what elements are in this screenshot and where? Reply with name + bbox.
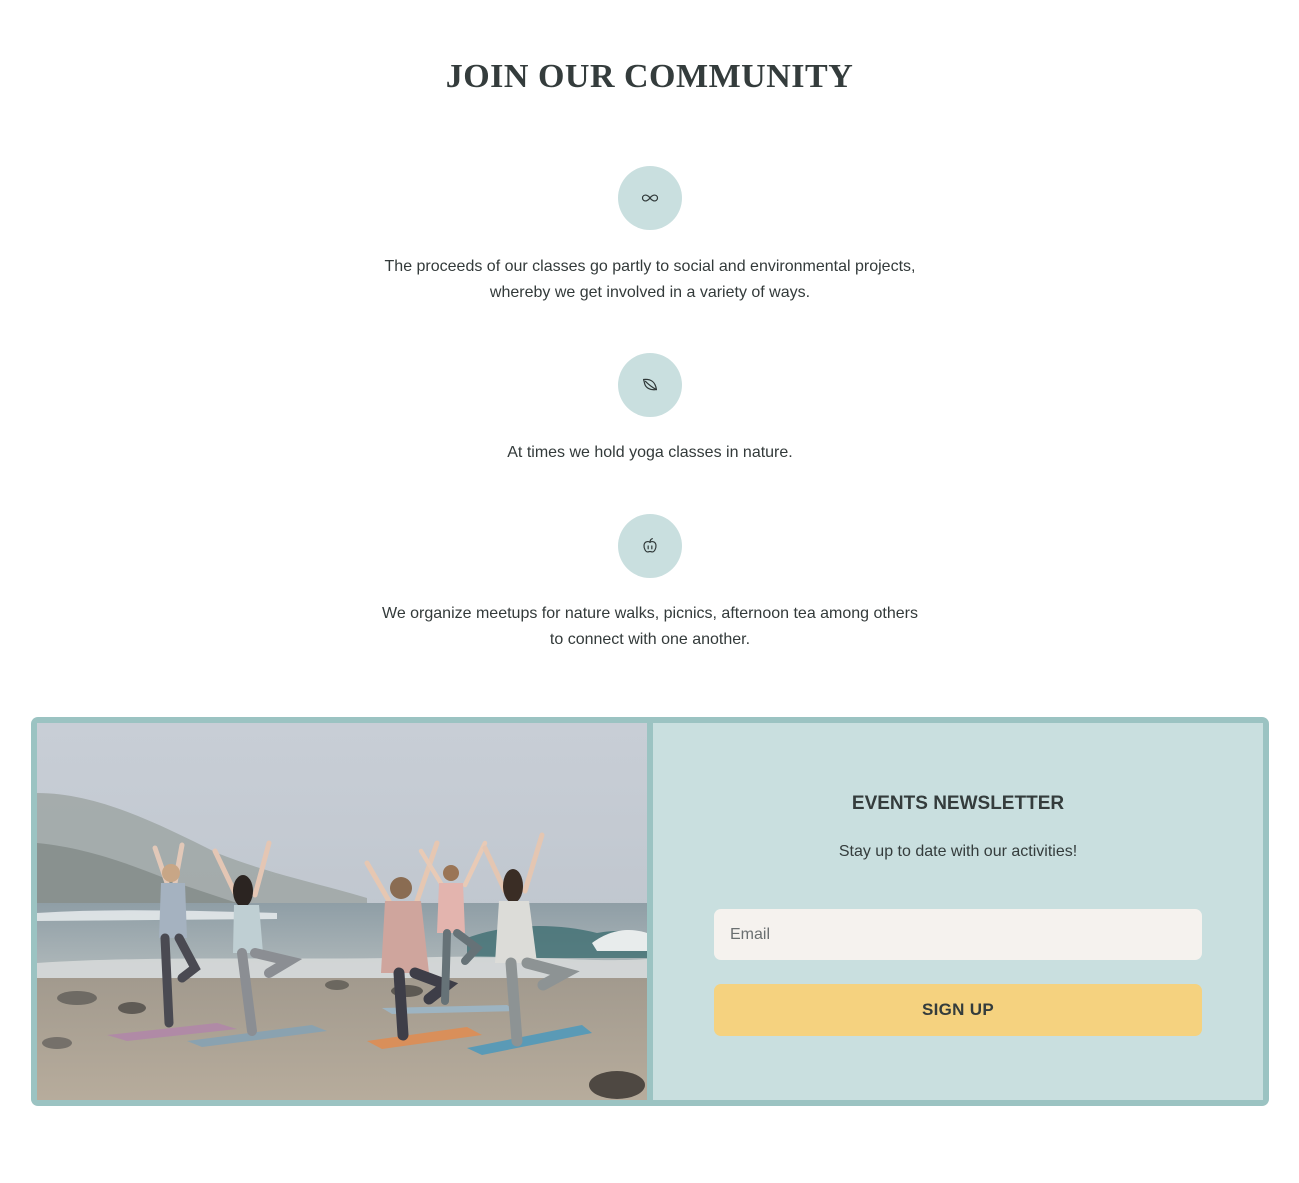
apple-icon [618,514,682,578]
feature-text-line: to connect with one another. [549,631,751,648]
newsletter-panel: EVENTS NEWSLETTER Stay up to date with o… [31,717,1269,1106]
newsletter-subtitle: Stay up to date with our activities! [838,843,1078,860]
yoga-beach-photo [37,723,647,1100]
newsletter-form: EVENTS NEWSLETTER Stay up to date with o… [653,723,1263,1100]
sign-up-button[interactable]: SIGN UP [714,984,1202,1036]
photo-illustration [37,723,647,1100]
feature-text-projects: The proceeds of our classes go partly to… [350,254,950,306]
feature-text-line: whereby we get involved in a variety of … [489,284,811,301]
email-input[interactable] [714,909,1202,960]
feature-text-line: At times we hold yoga classes in nature. [507,444,793,461]
feature-text-nature: At times we hold yoga classes in nature. [350,440,950,466]
section-heading: JOIN OUR COMMUNITY [445,58,854,95]
feature-text-line: We organize meetups for nature walks, pi… [382,605,918,622]
leaf-icon [618,353,682,417]
feature-text-meetups: We organize meetups for nature walks, pi… [350,601,950,653]
feature-text-line: The proceeds of our classes go partly to… [384,258,916,275]
infinity-icon [618,166,682,230]
newsletter-title: EVENTS NEWSLETTER [851,793,1065,814]
